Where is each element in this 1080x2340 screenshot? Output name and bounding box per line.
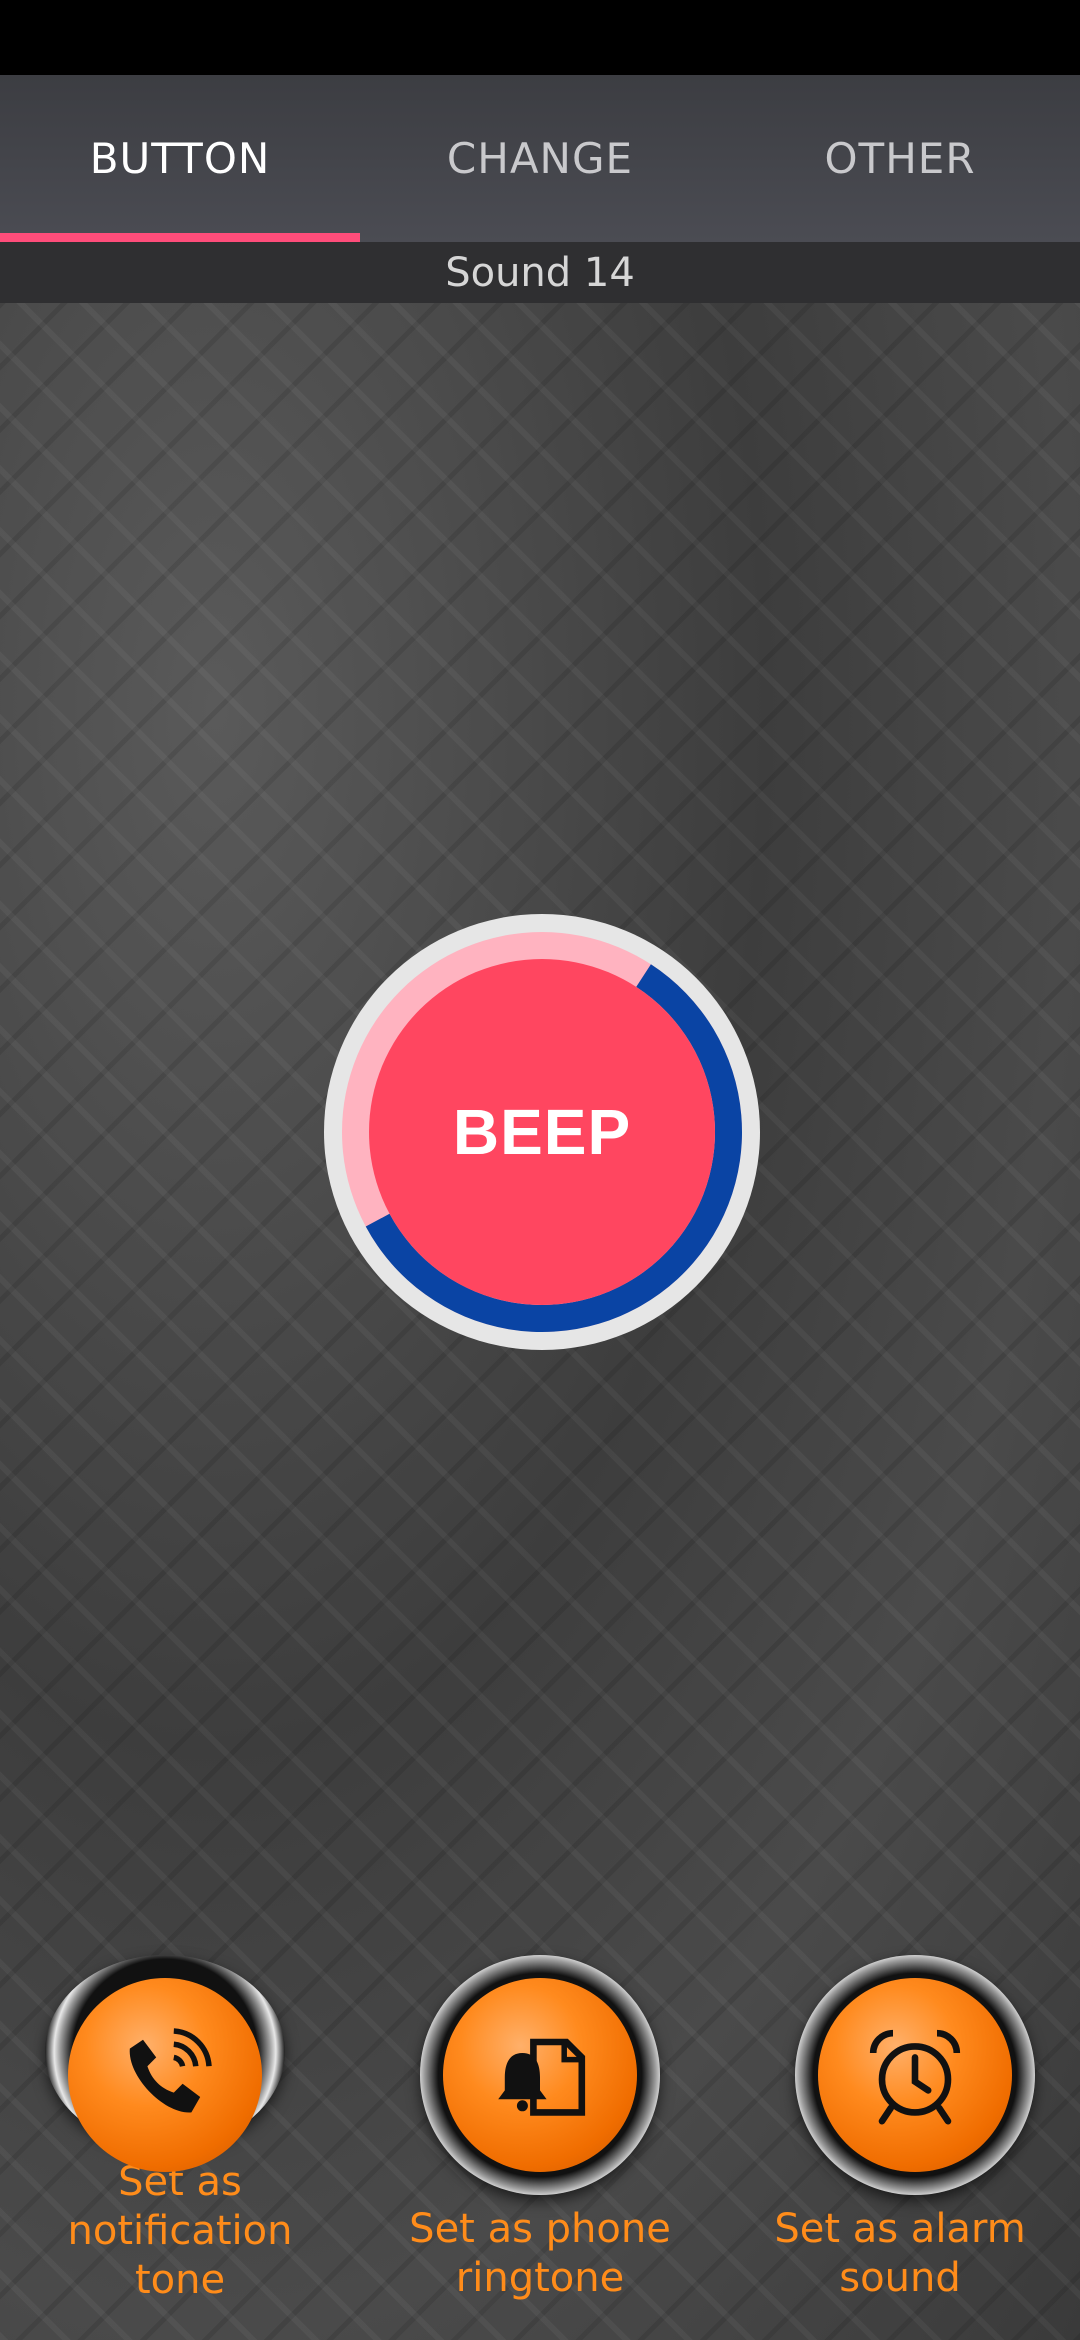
alarm-clock-icon	[869, 2029, 961, 2125]
beep-button[interactable]: BEEP	[322, 912, 762, 1352]
set-notification-button[interactable]	[45, 1955, 285, 2172]
action-notification: Set as notification tone	[0, 1955, 360, 2305]
tab-button[interactable]: BUTTON	[0, 75, 360, 242]
alarm-label: Set as alarm sound	[774, 2206, 1026, 2301]
ringtone-label: Set as phone ringtone	[409, 2206, 671, 2301]
notification-label: Set as notification tone	[67, 2159, 293, 2303]
app-root: BUTTON CHANGE OTHER Sound 14 BEEP Set as…	[0, 0, 1080, 2340]
tab-bar: BUTTON CHANGE OTHER	[0, 75, 1080, 242]
sound-title: Sound 14	[0, 242, 1080, 303]
tab-change[interactable]: CHANGE	[360, 75, 720, 242]
alarm-button-face	[818, 1978, 1012, 2172]
phone-ringing-icon	[129, 2028, 212, 2113]
action-ringtone: Set as phone ringtone	[360, 1955, 720, 2305]
notification-button-face	[68, 1978, 262, 2172]
status-bar	[0, 0, 1080, 75]
tab-other[interactable]: OTHER	[720, 75, 1080, 242]
set-ringtone-button[interactable]	[420, 1955, 660, 2195]
bell-document-icon	[498, 2038, 586, 2116]
action-alarm: Set as alarm sound	[720, 1955, 1080, 2305]
beep-label: BEEP	[452, 1096, 632, 1168]
ringtone-button-face	[443, 1978, 637, 2172]
set-alarm-button[interactable]	[795, 1955, 1035, 2195]
active-tab-indicator	[0, 233, 360, 242]
